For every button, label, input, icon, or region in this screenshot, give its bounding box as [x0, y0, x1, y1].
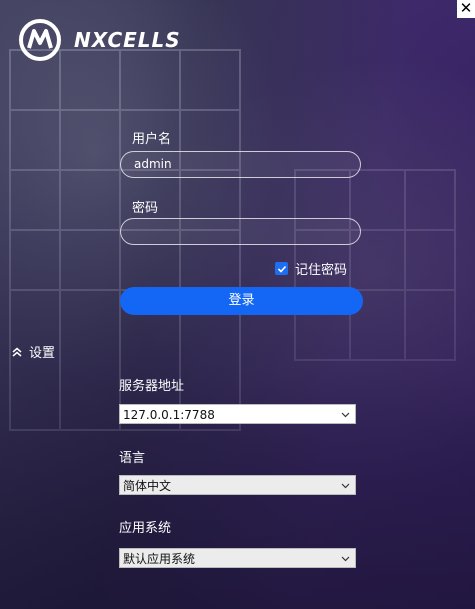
password-label: 密码	[132, 201, 159, 216]
chevron-up-double-icon	[12, 347, 22, 357]
settings-toggle[interactable]: 设置	[11, 342, 55, 361]
chevron-down-icon	[341, 556, 350, 562]
server-address-label: 服务器地址	[119, 379, 185, 394]
app-system-label: 应用系统	[119, 521, 172, 536]
username-label: 用户名	[132, 132, 172, 147]
brand-name: NXCELLS	[74, 28, 181, 52]
app-system-value: 默认应用系统	[123, 552, 196, 566]
server-address-select[interactable]: 127.0.0.1:7788	[119, 404, 356, 424]
username-input[interactable]: admin	[120, 151, 361, 178]
check-icon	[277, 265, 286, 273]
chevron-down-icon	[341, 412, 350, 418]
server-address-value: 127.0.0.1:7788	[123, 408, 215, 422]
remember-label: 记住密码	[295, 263, 348, 278]
remember-checkbox[interactable]	[275, 262, 288, 275]
language-label: 语言	[119, 451, 146, 466]
settings-label: 设置	[29, 346, 56, 361]
language-select[interactable]: 简体中文	[119, 475, 356, 495]
brand-logo: NXCELLS	[18, 18, 181, 62]
login-button[interactable]: 登录	[120, 287, 363, 315]
app-system-select[interactable]: 默认应用系统	[119, 548, 356, 568]
remember-password[interactable]: 记住密码	[275, 259, 347, 278]
password-input[interactable]	[120, 218, 361, 245]
logo-icon	[19, 19, 61, 61]
language-value: 简体中文	[123, 479, 172, 493]
close-button[interactable]: ✕	[457, 0, 475, 18]
chevron-down-icon	[341, 483, 350, 489]
